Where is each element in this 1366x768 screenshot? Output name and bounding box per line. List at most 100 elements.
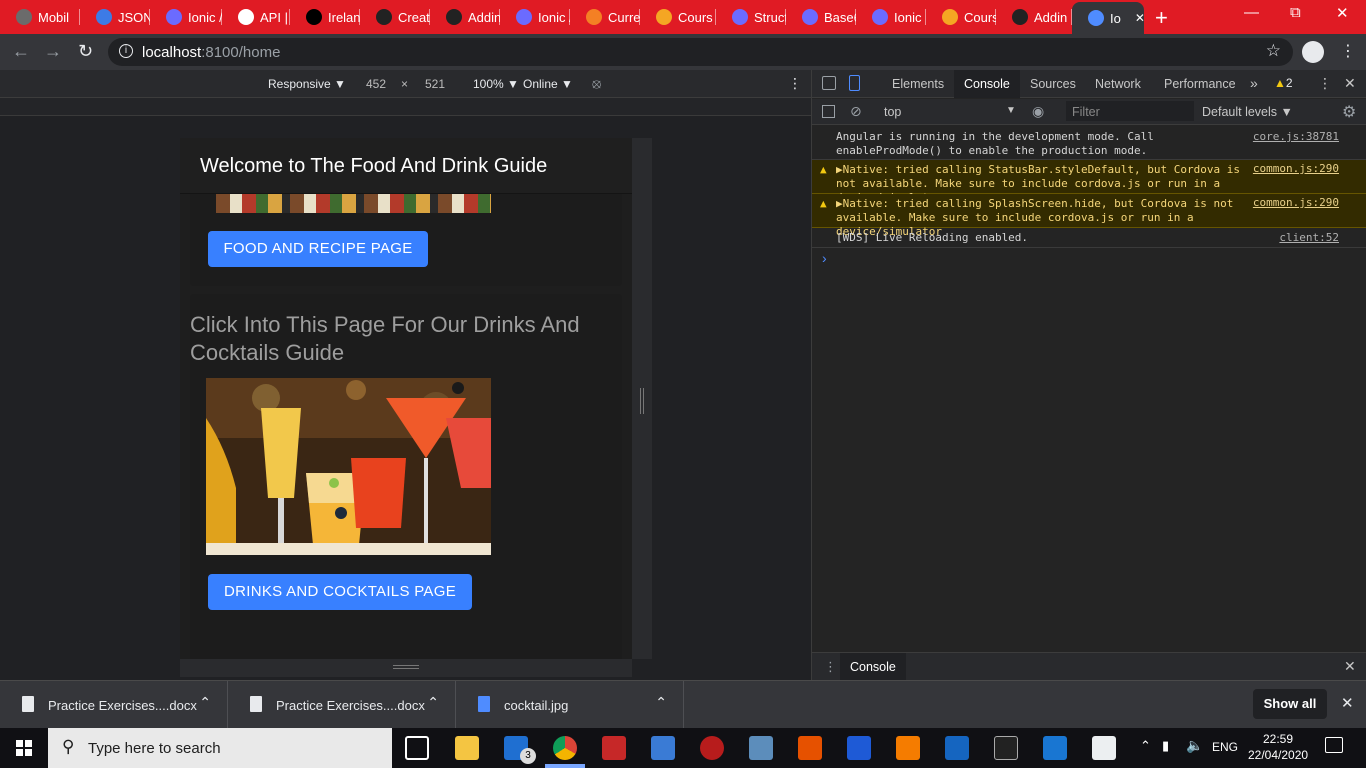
chevron-up-icon[interactable]: ⌃	[427, 694, 439, 711]
browser-tab[interactable]: Mobil	[0, 4, 80, 30]
bookmark-star-icon[interactable]: ☆	[1266, 41, 1281, 61]
log-source-link[interactable]: client:52	[1279, 231, 1339, 245]
close-window-button[interactable]: ✕	[1336, 4, 1349, 22]
browser-tab[interactable]: JSON	[80, 4, 150, 30]
console-settings-gear-icon[interactable]: ⚙	[1342, 102, 1356, 122]
terminal-icon[interactable]	[994, 736, 1018, 760]
browser-tab[interactable]: Ionic	[856, 4, 926, 30]
device-height-input[interactable]: 521	[425, 77, 445, 91]
address-bar[interactable]: i localhost:8100/home ☆	[108, 38, 1293, 66]
tab-network[interactable]: Network	[1095, 77, 1141, 91]
cocktail-image[interactable]	[206, 378, 491, 555]
viewport-resize-handle-right[interactable]	[632, 138, 652, 659]
new-tab-button[interactable]: +	[1155, 5, 1168, 31]
warning-count-badge[interactable]: ▲2	[1274, 76, 1293, 90]
browser-tab[interactable]: Struct	[716, 4, 786, 30]
food-recipe-button[interactable]: FOOD AND RECIPE PAGE	[208, 231, 428, 267]
image-file-icon	[478, 696, 490, 712]
app-blue-icon[interactable]	[945, 736, 969, 760]
chevron-up-icon[interactable]: ⌃	[655, 694, 667, 711]
device-toolbar-more-icon[interactable]: ⋮	[788, 75, 802, 92]
devtools-close-icon[interactable]: ✕	[1344, 75, 1356, 92]
browser-tab[interactable]: Addin	[996, 4, 1072, 30]
drawer-close-icon[interactable]: ✕	[1344, 658, 1356, 675]
clear-console-icon[interactable]: ⊘	[850, 103, 862, 120]
log-levels-select[interactable]: Default levels ▼	[1202, 105, 1293, 119]
browser-tab[interactable]: Addin	[430, 4, 500, 30]
download-item[interactable]: Practice Exercises....docx ⌃	[228, 681, 456, 729]
download-item[interactable]: cocktail.jpg ⌃	[456, 681, 684, 729]
drinks-cocktails-button[interactable]: DRINKS AND COCKTAILS PAGE	[208, 574, 472, 610]
tab-sources[interactable]: Sources	[1030, 77, 1076, 91]
device-toggle-icon[interactable]	[849, 75, 860, 91]
vlc-icon[interactable]	[896, 736, 920, 760]
show-all-downloads-button[interactable]: Show all	[1253, 689, 1327, 719]
chrome-icon[interactable]	[553, 736, 577, 760]
minimize-button[interactable]: —	[1244, 4, 1259, 21]
browser-tab[interactable]: Create	[360, 4, 430, 30]
drawer-tab-console[interactable]: Console	[840, 653, 906, 681]
log-source-link[interactable]: core.js:38781	[1253, 130, 1339, 144]
device-mode-select[interactable]: Responsive ▼	[268, 77, 346, 91]
tab-performance[interactable]: Performance	[1164, 77, 1236, 91]
context-select[interactable]: top ▼	[884, 105, 1016, 119]
browser-tab[interactable]: API | T	[222, 4, 290, 30]
app-elephant-icon[interactable]	[602, 736, 626, 760]
live-expression-eye-icon[interactable]: ◉	[1032, 103, 1044, 120]
tab-active[interactable]: Io ✕	[1072, 2, 1144, 34]
browser-tab[interactable]: Ionic /	[500, 4, 570, 30]
download-item[interactable]: Practice Exercises....docx ⌃	[0, 681, 228, 729]
food-image[interactable]	[216, 194, 491, 213]
sidebar-toggle-icon[interactable]	[822, 105, 835, 118]
log-source-link[interactable]: common.js:290	[1253, 196, 1339, 210]
file-explorer-icon[interactable]	[455, 736, 479, 760]
taskbar-search-box[interactable]: ⚲ Type here to search	[48, 728, 392, 768]
volume-icon[interactable]: 🔈	[1186, 737, 1203, 754]
rotate-icon[interactable]: ⦻	[592, 75, 601, 92]
inspect-element-icon[interactable]	[822, 76, 836, 90]
console-prompt-input[interactable]: ›	[822, 250, 827, 266]
vscode-icon[interactable]	[1043, 736, 1067, 760]
app-swift-icon[interactable]	[798, 736, 822, 760]
back-icon[interactable]: ←	[12, 41, 30, 62]
browser-menu-icon[interactable]: ⋮	[1340, 41, 1356, 61]
profile-avatar-icon[interactable]	[1302, 41, 1324, 63]
network-throttle-select[interactable]: Online ▼	[523, 77, 573, 91]
close-downloads-icon[interactable]: ✕	[1341, 694, 1354, 712]
browser-tab[interactable]: Irelan	[290, 4, 360, 30]
tab-console[interactable]: Console	[954, 70, 1020, 98]
chevron-up-icon[interactable]: ⌃	[199, 694, 211, 711]
browser-tab[interactable]: Cours	[926, 4, 996, 30]
log-source-link[interactable]: common.js:290	[1253, 162, 1339, 176]
app-blocked-icon[interactable]	[700, 736, 724, 760]
app-document-icon[interactable]	[1092, 736, 1116, 760]
close-tab-icon[interactable]: ✕	[1135, 11, 1144, 25]
battery-icon[interactable]: ▮	[1162, 738, 1169, 754]
task-view-icon[interactable]	[405, 736, 429, 760]
info-icon[interactable]: i	[119, 44, 133, 58]
app-image-viewer-icon[interactable]	[749, 736, 773, 760]
tab-elements[interactable]: Elements	[892, 77, 944, 91]
viewport-resize-handle-bottom[interactable]	[180, 659, 632, 677]
browser-tab[interactable]: Base6	[786, 4, 856, 30]
malwarebytes-icon[interactable]	[847, 736, 871, 760]
app-r-icon[interactable]	[651, 736, 675, 760]
device-width-input[interactable]: 452	[366, 77, 386, 91]
browser-tab[interactable]: Ionic /	[150, 4, 222, 30]
zoom-select[interactable]: 100% ▼	[473, 77, 519, 91]
devtools-menu-icon[interactable]: ⋮	[1318, 75, 1332, 92]
browser-tab[interactable]: Cours	[640, 4, 716, 30]
more-tabs-button[interactable]: »	[1250, 75, 1258, 91]
windows-start-icon[interactable]	[16, 740, 32, 756]
restore-button[interactable]: ⧉	[1290, 4, 1301, 21]
language-indicator[interactable]: ENG	[1212, 740, 1238, 754]
drawer-menu-icon[interactable]: ⋮	[824, 659, 837, 675]
system-clock[interactable]: 22:59 22/04/2020	[1248, 731, 1308, 763]
console-filter-input[interactable]: Filter	[1066, 101, 1194, 121]
tray-chevron-up-icon[interactable]: ⌃	[1140, 738, 1151, 754]
context-label: top	[884, 105, 902, 119]
notifications-icon[interactable]	[1325, 737, 1343, 753]
forward-icon[interactable]: →	[44, 41, 62, 62]
browser-tab[interactable]: Curren	[570, 4, 640, 30]
reload-icon[interactable]: ↻	[78, 41, 93, 62]
